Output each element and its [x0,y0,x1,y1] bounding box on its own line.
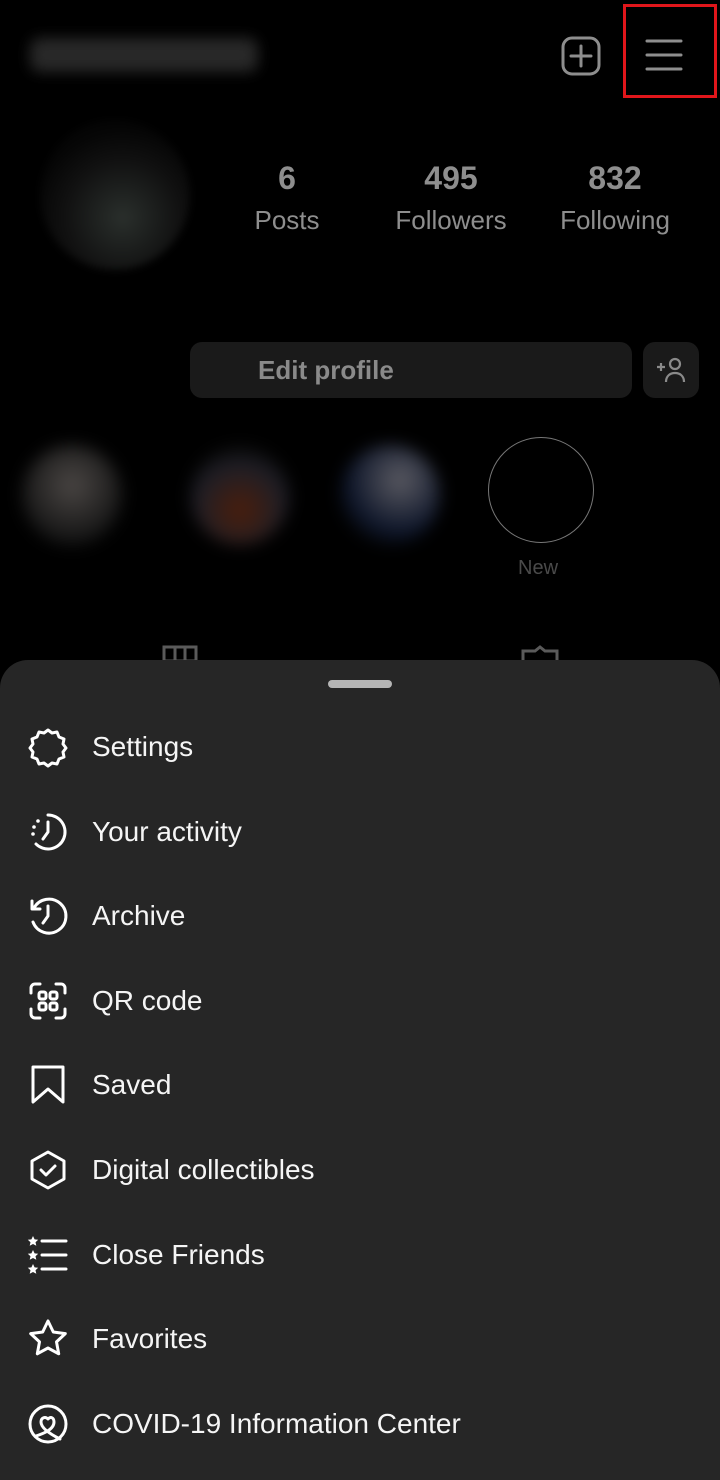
story-highlight[interactable] [340,445,440,545]
stat-posts[interactable]: 6 Posts [217,158,357,242]
collectibles-icon [26,1148,70,1192]
bookmark-icon [26,1063,70,1107]
plus-square-icon [561,36,601,76]
menu-item-digital-collectibles[interactable]: Digital collectibles [0,1128,720,1212]
edit-profile-label: Edit profile [258,354,394,385]
following-count: 832 [588,160,642,196]
discover-people-button[interactable] [643,342,699,398]
menu-item-covid-19-information-center[interactable]: COVID-19 Information Center [0,1382,720,1466]
followers-label: Followers [395,205,507,235]
new-highlight-label: New [518,557,559,579]
story-highlight[interactable] [190,445,290,545]
close-friends-icon [26,1233,70,1277]
story-highlight[interactable] [22,445,122,545]
posts-label: Posts [254,205,320,235]
menu-item-label: Settings [92,731,194,762]
menu-item-label: Saved [92,1069,172,1101]
menu-item-label: Digital collectibles [92,1154,315,1185]
menu-item-favorites[interactable]: Favorites [0,1297,720,1381]
new-highlight-button[interactable] [488,437,594,543]
menu-item-archive[interactable]: Archive [0,874,720,958]
archive-icon [26,894,70,938]
username-blurred[interactable] [30,38,258,72]
posts-count: 6 [278,160,296,196]
highlight-box [623,4,717,98]
settings-icon [26,725,70,769]
add-person-icon [657,357,686,383]
tagged-icon[interactable] [520,645,560,661]
drag-handle[interactable] [328,680,392,688]
avatar[interactable] [40,120,190,270]
menu-item-label: Archive [92,900,186,932]
menu-item-saved[interactable]: Saved [0,1043,720,1127]
menu-item-label: Your activity [92,815,242,847]
menu-item-label: QR code [92,984,203,1016]
menu-item-close-friends[interactable]: Close Friends [0,1213,720,1297]
followers-count: 495 [424,160,478,196]
menu-item-your-activity[interactable]: Your activity [0,790,720,874]
following-label: Following [560,205,670,235]
qr-code-icon [26,979,70,1023]
menu-item-label: Favorites [92,1323,208,1355]
stat-following[interactable]: 832 Following [545,158,685,242]
menu-item-qr-code[interactable]: QR code [0,959,720,1043]
covid-info-icon [26,1402,70,1446]
edit-profile-button[interactable]: Edit profile [190,342,632,398]
create-button[interactable] [558,33,604,79]
stat-followers[interactable]: 495 Followers [381,158,521,242]
grid-icon[interactable] [162,645,198,661]
menu-item-label: Close Friends [92,1238,265,1270]
menu-item-settings[interactable]: Settings [0,705,720,789]
activity-icon [26,810,70,854]
star-icon [26,1317,70,1361]
menu-item-label: COVID-19 Information Center [92,1407,461,1439]
